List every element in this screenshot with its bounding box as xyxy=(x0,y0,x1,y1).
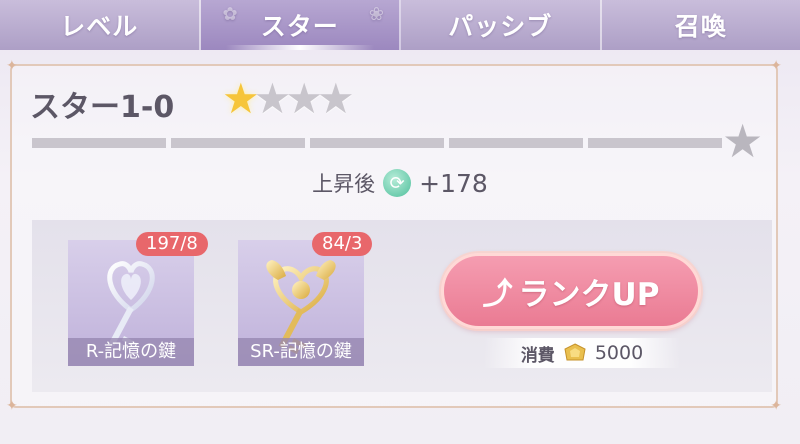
corner-ornament-icon: ✦ xyxy=(6,398,18,414)
material-item-sr-key[interactable]: 84/3 SR-記憶の鍵 xyxy=(238,232,373,366)
up-arrow-icon: ⤴ xyxy=(482,277,513,312)
tab-bar: レベル ✿ ❀ スター パッシブ 召喚 xyxy=(0,0,800,50)
material-name: SR-記憶の鍵 xyxy=(238,338,364,366)
cost-label: 消費 xyxy=(520,345,555,366)
material-count-badge: 84/3 xyxy=(312,232,373,256)
upgrade-cycle-icon: ⟳ xyxy=(383,169,412,197)
progress-segment xyxy=(171,138,305,148)
after-upgrade-label: 上昇後 xyxy=(312,172,376,196)
star-rank-title: スター1-0 xyxy=(30,90,175,125)
tab-summon[interactable]: 召喚 xyxy=(602,0,800,50)
after-upgrade-value: +178 xyxy=(419,168,488,198)
flower-ornament-icon: ✿ xyxy=(222,4,239,25)
material-name: R-記憶の鍵 xyxy=(68,338,194,366)
progress-segment xyxy=(32,138,166,148)
tab-level[interactable]: レベル xyxy=(0,0,201,50)
material-item-r-key[interactable]: 197/8 R-記憶の鍵 xyxy=(68,232,208,366)
tab-passive[interactable]: パッシブ xyxy=(401,0,602,50)
corner-ornament-icon: ✦ xyxy=(6,58,18,74)
corner-ornament-icon: ✦ xyxy=(770,58,782,74)
cost-value: 5000 xyxy=(594,342,644,364)
tab-passive-label: パッシブ xyxy=(448,12,553,41)
tab-level-label: レベル xyxy=(60,12,139,41)
progress-segment xyxy=(449,138,583,148)
progress-segment xyxy=(310,138,444,148)
rank-up-cost: 消費 5000 xyxy=(484,338,680,368)
tab-star[interactable]: ✿ ❀ スター xyxy=(200,0,401,50)
star-progress-bar xyxy=(32,138,722,148)
tab-summon-label: 召喚 xyxy=(674,12,727,41)
progress-segment xyxy=(588,138,722,148)
next-star-icon: ★ xyxy=(722,114,764,168)
flower-ornament-icon: ❀ xyxy=(368,4,385,25)
corner-ornament-icon: ✦ xyxy=(770,398,782,414)
rank-up-label: ランクUP xyxy=(518,276,660,313)
material-count-badge: 197/8 xyxy=(136,232,208,256)
after-upgrade-row: 上昇後 ⟳ +178 xyxy=(0,168,800,198)
star-rating: ★ ★ ★ ★ xyxy=(222,76,355,122)
tab-star-label: スター xyxy=(260,12,339,41)
rank-up-button[interactable]: ⤴ ランクUP xyxy=(441,253,701,329)
gold-coin-icon xyxy=(563,343,587,363)
star-empty-icon: ★ xyxy=(316,74,355,123)
